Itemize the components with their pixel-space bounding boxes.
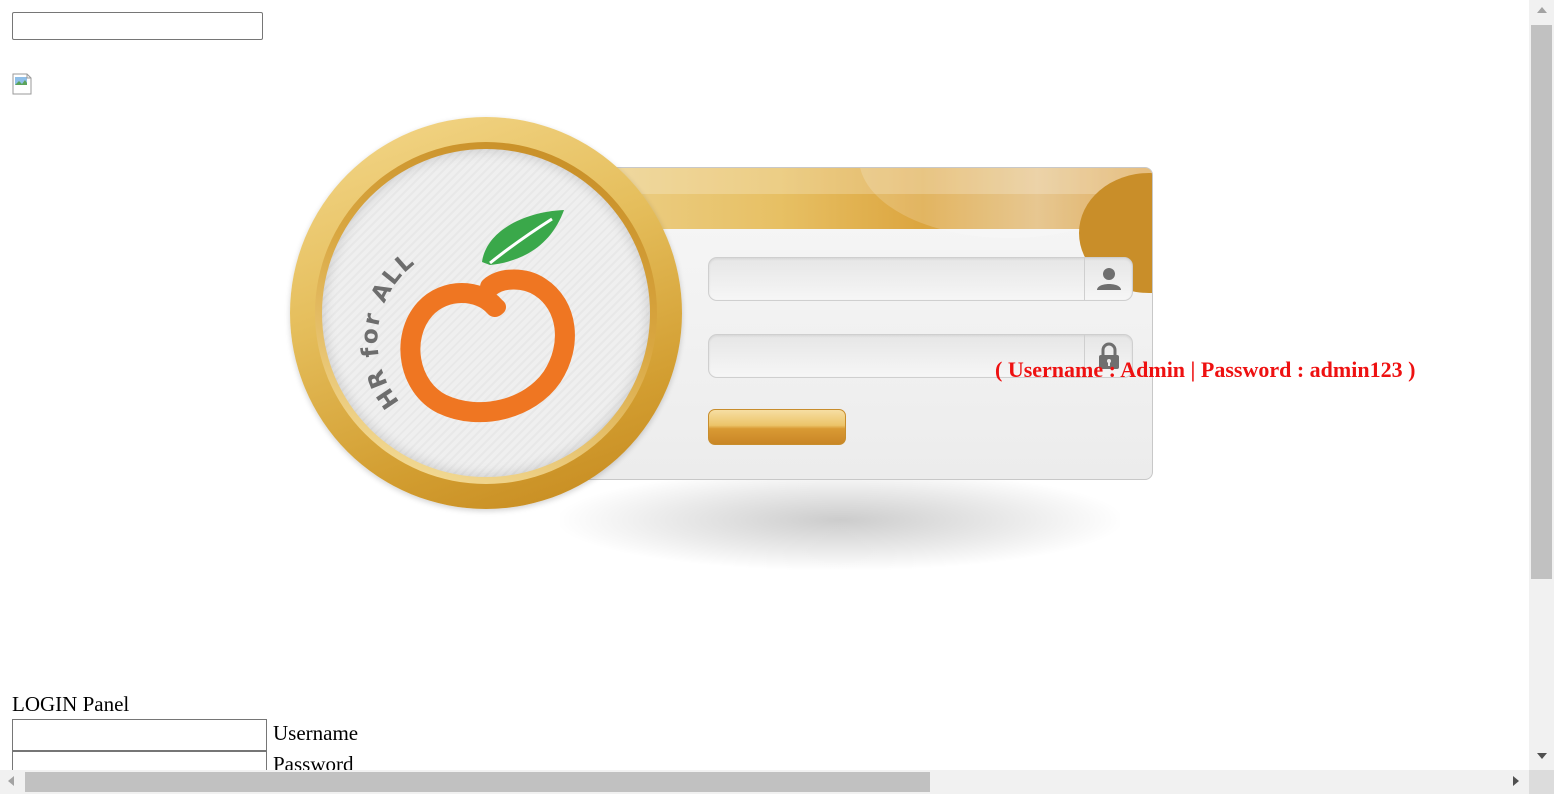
- scroll-right-arrow-icon[interactable]: [1513, 776, 1519, 786]
- scrollbar-corner: [1529, 770, 1554, 794]
- vertical-scrollbar-thumb[interactable]: [1531, 25, 1552, 579]
- username-label: Username: [273, 721, 359, 745]
- orangehrm-logo: HR for ALL: [290, 117, 682, 509]
- scroll-left-arrow-icon[interactable]: [8, 776, 14, 786]
- visual-username-field[interactable]: [708, 257, 1133, 301]
- password-input[interactable]: [12, 751, 267, 770]
- page-viewport: HR for ALL ( Username : Admin | Password…: [0, 0, 1529, 770]
- login-panel-title: LOGIN Panel: [12, 692, 130, 716]
- scroll-down-arrow-icon[interactable]: [1537, 753, 1547, 759]
- broken-image-icon: [12, 73, 32, 95]
- password-label: Password: [273, 752, 354, 770]
- orange-fruit-icon: HR for ALL: [357, 210, 575, 423]
- credentials-hint: ( Username : Admin | Password : admin123…: [995, 357, 1416, 382]
- top-text-input[interactable]: [12, 12, 263, 40]
- scroll-up-arrow-icon[interactable]: [1537, 7, 1547, 13]
- horizontal-scrollbar[interactable]: [0, 770, 1529, 794]
- username-input[interactable]: [12, 719, 267, 751]
- user-icon: [1097, 268, 1121, 290]
- vertical-scrollbar[interactable]: [1529, 0, 1554, 770]
- horizontal-scrollbar-thumb[interactable]: [25, 772, 930, 792]
- visual-login-button[interactable]: [708, 409, 846, 445]
